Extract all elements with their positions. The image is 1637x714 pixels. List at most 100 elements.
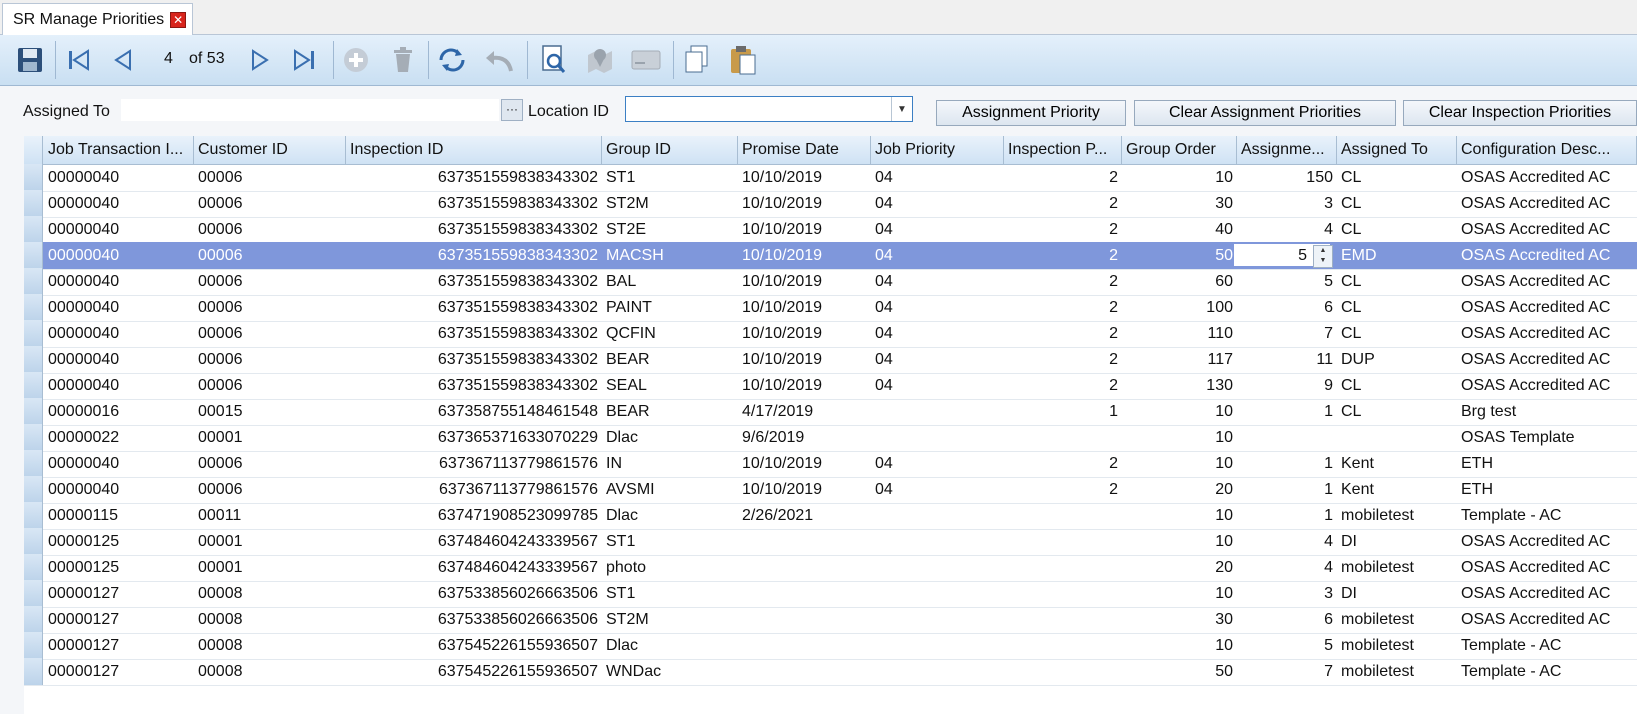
group-id-cell[interactable]: BEAR — [602, 398, 738, 425]
assigned-to-cell[interactable]: mobiletest — [1337, 658, 1457, 685]
inspection-id-cell[interactable]: 637471908523099785 — [346, 502, 602, 529]
inspection-priority-cell[interactable]: 2 — [1004, 294, 1122, 321]
table-row[interactable]: 00000040 00006 637351559838343302 QCFIN 10/1… — [24, 320, 1637, 348]
configuration-desc-cell[interactable]: Brg test — [1457, 398, 1637, 425]
save-icon[interactable] — [13, 43, 47, 77]
customer-id-cell[interactable]: 00006 — [194, 268, 346, 295]
job-priority-cell[interactable] — [871, 606, 1004, 633]
table-row[interactable]: 00000040 00006 637367113779861576 AVSMI 10/1… — [24, 476, 1637, 504]
close-icon[interactable]: ✕ — [170, 12, 187, 28]
group-id-cell[interactable]: ST1 — [602, 528, 738, 555]
assigned-to-cell[interactable]: DUP — [1337, 346, 1457, 373]
assignment-priority-cell[interactable]: 7 — [1237, 320, 1337, 347]
job-priority-cell[interactable] — [871, 554, 1004, 581]
customer-id-cell[interactable]: 00008 — [194, 580, 346, 607]
assignment-priority-button[interactable]: Assignment Priority — [936, 100, 1126, 126]
configuration-desc-cell[interactable]: OSAS Template — [1457, 424, 1637, 451]
table-row[interactable]: 00000040 00006 637351559838343302 MACSH 10/1… — [24, 242, 1637, 270]
configuration-desc-cell[interactable]: OSAS Accredited AC — [1457, 164, 1637, 191]
group-id-cell[interactable]: BAL — [602, 268, 738, 295]
job-transaction-cell[interactable]: 00000040 — [44, 268, 194, 295]
job-priority-cell[interactable]: 04 — [871, 320, 1004, 347]
inspection-id-cell[interactable]: 637484604243339567 — [346, 554, 602, 581]
configuration-desc-cell[interactable]: OSAS Accredited AC — [1457, 606, 1637, 633]
col-customer-id[interactable]: Customer ID — [194, 136, 346, 164]
location-id-select[interactable]: ▼ — [625, 96, 913, 122]
inspection-id-cell[interactable]: 637545226155936507 — [346, 658, 602, 685]
group-id-cell[interactable]: Dlac — [602, 502, 738, 529]
row-indicator[interactable] — [24, 502, 43, 529]
col-group-order[interactable]: Group Order — [1122, 136, 1237, 164]
inspection-priority-cell[interactable] — [1004, 580, 1122, 607]
group-order-cell[interactable]: 10 — [1122, 398, 1237, 425]
customer-id-cell[interactable]: 00006 — [194, 346, 346, 373]
job-priority-cell[interactable]: 04 — [871, 242, 1004, 269]
clear-inspection-priorities-button[interactable]: Clear Inspection Priorities — [1403, 100, 1637, 126]
job-transaction-cell[interactable]: 00000040 — [44, 372, 194, 399]
configuration-desc-cell[interactable]: OSAS Accredited AC — [1457, 294, 1637, 321]
chevron-down-icon[interactable]: ▼ — [891, 97, 912, 121]
table-row[interactable]: 00000127 00008 637545226155936507 Dlac 10 5 mo… — [24, 632, 1637, 660]
inspection-priority-cell[interactable] — [1004, 632, 1122, 659]
inspection-id-cell[interactable]: 637365371633070229 — [346, 424, 602, 451]
first-icon[interactable] — [62, 43, 96, 77]
group-order-cell[interactable]: 20 — [1122, 476, 1237, 503]
promise-date-cell[interactable]: 4/17/2019 — [738, 398, 871, 425]
group-order-cell[interactable]: 10 — [1122, 528, 1237, 555]
configuration-desc-cell[interactable]: Template - AC — [1457, 658, 1637, 685]
assigned-to-cell[interactable]: CL — [1337, 164, 1457, 191]
customer-id-cell[interactable]: 00006 — [194, 190, 346, 217]
group-order-cell[interactable]: 10 — [1122, 164, 1237, 191]
copy-icon[interactable] — [680, 43, 714, 77]
add-icon[interactable] — [339, 43, 373, 77]
customer-id-cell[interactable]: 00006 — [194, 450, 346, 477]
assignment-priority-cell[interactable]: 4 — [1237, 528, 1337, 555]
assigned-to-cell[interactable]: mobiletest — [1337, 554, 1457, 581]
row-indicator[interactable] — [24, 528, 43, 555]
group-id-cell[interactable]: IN — [602, 450, 738, 477]
assignment-priority-cell[interactable]: 1 — [1237, 450, 1337, 477]
inspection-id-cell[interactable]: 637367113779861576 — [346, 450, 602, 477]
inspection-priority-cell[interactable]: 2 — [1004, 190, 1122, 217]
job-priority-cell[interactable]: 04 — [871, 294, 1004, 321]
group-order-cell[interactable]: 10 — [1122, 580, 1237, 607]
assigned-to-cell[interactable]: CL — [1337, 294, 1457, 321]
inspection-priority-cell[interactable]: 2 — [1004, 476, 1122, 503]
configuration-desc-cell[interactable]: Template - AC — [1457, 632, 1637, 659]
job-priority-cell[interactable] — [871, 632, 1004, 659]
assigned-to-cell[interactable]: mobiletest — [1337, 632, 1457, 659]
promise-date-cell[interactable] — [738, 554, 871, 581]
assigned-to-cell[interactable]: mobiletest — [1337, 606, 1457, 633]
table-row[interactable]: 00000040 00006 637367113779861576 IN 10/10/2… — [24, 450, 1637, 478]
job-transaction-cell[interactable]: 00000040 — [44, 294, 194, 321]
prev-icon[interactable] — [106, 43, 140, 77]
inspection-priority-cell[interactable]: 2 — [1004, 164, 1122, 191]
row-indicator[interactable] — [24, 372, 43, 399]
job-transaction-cell[interactable]: 00000127 — [44, 658, 194, 685]
delete-icon[interactable] — [386, 43, 420, 77]
row-indicator[interactable] — [24, 476, 43, 503]
row-indicator[interactable] — [24, 450, 43, 477]
promise-date-cell[interactable] — [738, 606, 871, 633]
table-row[interactable]: 00000127 00008 637533856026663506 ST2M 30 6 mo… — [24, 606, 1637, 634]
inspection-priority-cell[interactable]: 2 — [1004, 346, 1122, 373]
configuration-desc-cell[interactable]: Template - AC — [1457, 502, 1637, 529]
configuration-desc-cell[interactable]: OSAS Accredited AC — [1457, 554, 1637, 581]
group-order-cell[interactable]: 30 — [1122, 606, 1237, 633]
configuration-desc-cell[interactable]: OSAS Accredited AC — [1457, 346, 1637, 373]
next-icon[interactable] — [243, 43, 277, 77]
job-transaction-cell[interactable]: 00000016 — [44, 398, 194, 425]
row-indicator[interactable] — [24, 320, 43, 347]
assignment-priority-cell[interactable]: 6 — [1237, 606, 1337, 633]
customer-id-cell[interactable]: 00008 — [194, 658, 346, 685]
row-indicator[interactable] — [24, 632, 43, 659]
assignment-priority-cell[interactable]: 3 — [1237, 580, 1337, 607]
customer-id-cell[interactable]: 00011 — [194, 502, 346, 529]
assigned-to-cell[interactable]: DI — [1337, 580, 1457, 607]
inspection-id-cell[interactable]: 637351559838343302 — [346, 294, 602, 321]
promise-date-cell[interactable] — [738, 580, 871, 607]
col-assignment-priority[interactable]: Assignme... — [1237, 136, 1337, 164]
table-row[interactable]: 00000040 00006 637351559838343302 ST2M 10/10… — [24, 190, 1637, 218]
group-order-cell[interactable]: 10 — [1122, 424, 1237, 451]
group-order-cell[interactable]: 60 — [1122, 268, 1237, 295]
